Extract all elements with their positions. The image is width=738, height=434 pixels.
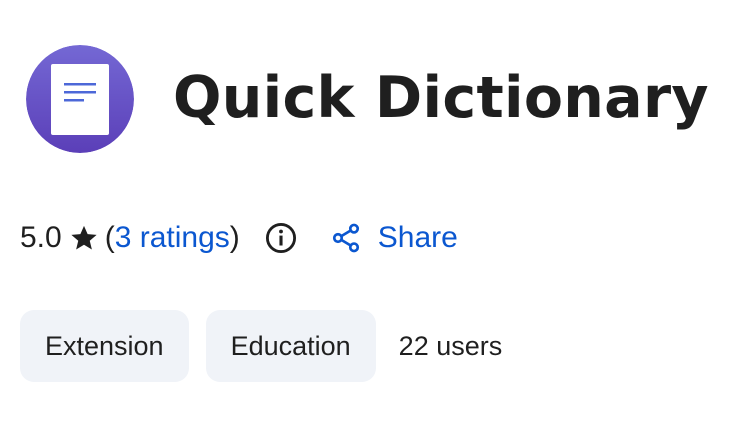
info-icon[interactable] xyxy=(264,221,298,255)
document-icon xyxy=(51,64,109,135)
app-icon xyxy=(26,45,134,153)
category-chip[interactable]: Education xyxy=(205,310,376,382)
extension-chip[interactable]: Extension xyxy=(20,310,189,382)
share-icon xyxy=(332,223,359,253)
close-paren: ) xyxy=(229,221,240,254)
rating-value: 5.0 xyxy=(20,221,62,254)
user-count: 22 users xyxy=(398,330,503,361)
star-icon xyxy=(71,225,97,250)
extension-title: Quick Dictionary xyxy=(173,65,709,131)
share-button[interactable]: Share xyxy=(330,221,458,255)
ratings-link[interactable]: 3 ratings xyxy=(115,221,230,255)
chips-row: Extension Education 22 users xyxy=(20,310,502,382)
rating-row: 5.0 (3 ratings) Share xyxy=(20,218,458,258)
open-paren: ( xyxy=(104,221,115,254)
share-label: Share xyxy=(377,221,458,254)
